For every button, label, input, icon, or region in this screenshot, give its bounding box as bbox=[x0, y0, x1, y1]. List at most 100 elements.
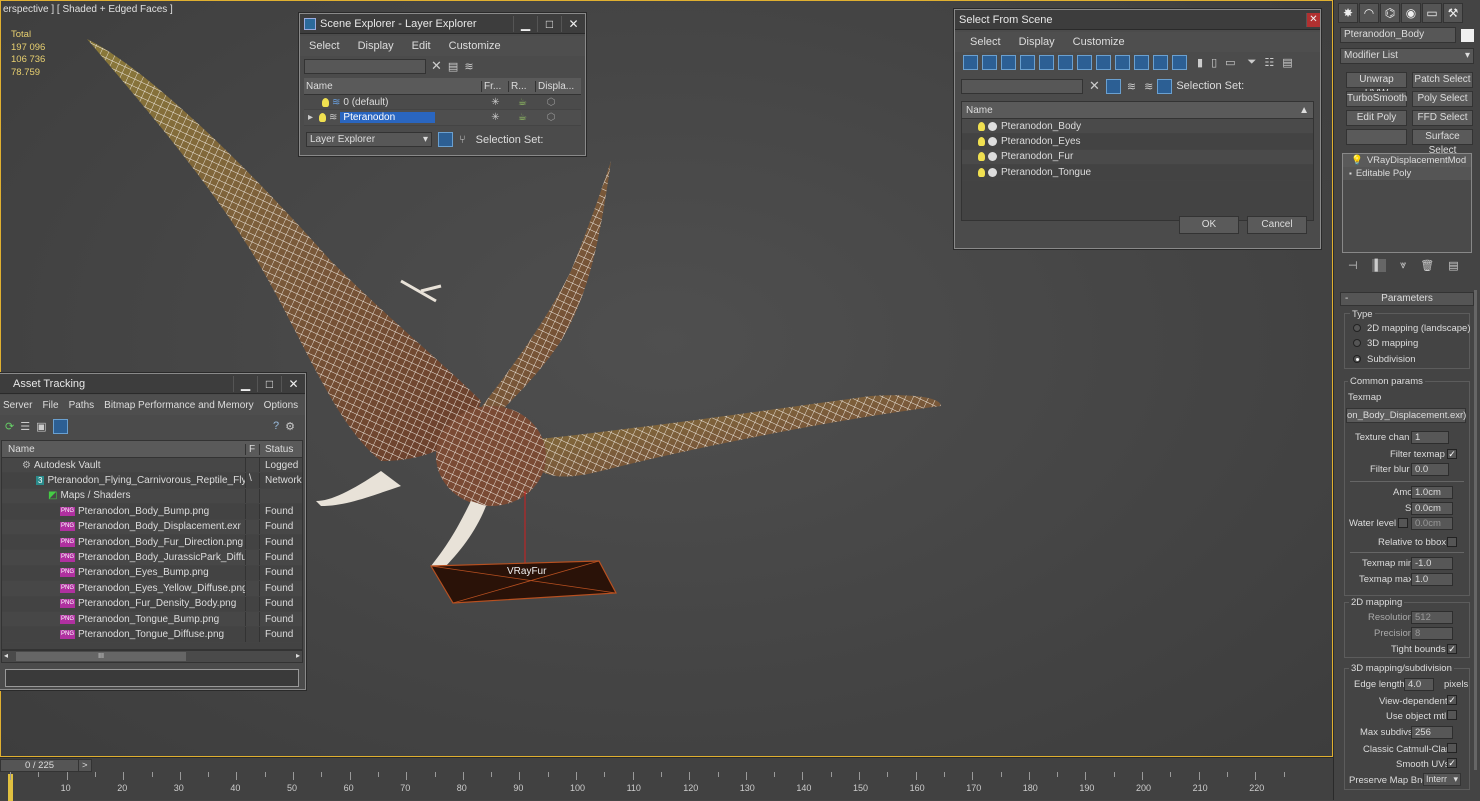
find-case-icon[interactable] bbox=[1105, 78, 1121, 94]
layer-explorer-icon[interactable] bbox=[438, 132, 453, 148]
edge-length-spinner[interactable]: 4.0 bbox=[1404, 678, 1434, 691]
scroll-thumb[interactable]: III bbox=[16, 652, 186, 661]
hierarchy-icon[interactable]: ⑂ bbox=[459, 134, 466, 146]
col-name[interactable]: Name bbox=[966, 105, 993, 116]
catmull-clark-checkbox[interactable] bbox=[1447, 743, 1457, 753]
relative-bbox-checkbox[interactable] bbox=[1447, 537, 1457, 547]
filter-frozen-icon[interactable] bbox=[1153, 54, 1168, 70]
modify-tab-icon[interactable]: ◠ bbox=[1359, 3, 1379, 23]
amount-spinner[interactable]: 1.0cm bbox=[1411, 486, 1453, 499]
menu-select[interactable]: Select bbox=[961, 36, 1010, 48]
minimize-button[interactable]: ▁ bbox=[233, 375, 257, 392]
panel-scrollbar[interactable] bbox=[1474, 290, 1477, 770]
freeze-icon[interactable]: ✳ bbox=[482, 97, 509, 108]
object-color-swatch[interactable] bbox=[1461, 28, 1474, 42]
display-invert-icon[interactable]: ▭ bbox=[1225, 56, 1235, 69]
asset-row[interactable]: PNG Pteranodon_Body_Displacement.exr Found bbox=[2, 519, 302, 535]
col-freeze[interactable]: Fr... bbox=[482, 80, 509, 92]
surface-select-button[interactable]: Surface Select bbox=[1412, 129, 1473, 156]
cancel-button[interactable]: Cancel bbox=[1247, 216, 1307, 234]
texmap-min-spinner[interactable]: -1.0 bbox=[1411, 557, 1453, 570]
menu-display[interactable]: Display bbox=[349, 40, 403, 52]
select-from-scene-titlebar[interactable]: Select From Scene ✕ bbox=[955, 10, 1320, 30]
sort-icon[interactable]: ☷ bbox=[1264, 56, 1274, 69]
scroll-right-icon[interactable]: ▸ bbox=[296, 651, 300, 660]
explorer-mode-dropdown[interactable]: Layer Explorer ▾ bbox=[306, 132, 432, 148]
menu-display[interactable]: Display bbox=[1010, 36, 1064, 48]
filter-icon[interactable]: ▤ bbox=[448, 60, 458, 73]
filter-shapes-icon[interactable] bbox=[982, 54, 997, 70]
texmap-button[interactable]: on_Body_Displacement.exr) bbox=[1346, 408, 1466, 423]
texmap-max-spinner[interactable]: 1.0 bbox=[1411, 573, 1453, 586]
layer-display-icon[interactable]: ≋ bbox=[1144, 80, 1153, 93]
bulb-icon[interactable]: 💡 bbox=[1351, 155, 1363, 166]
filter-containers-icon[interactable] bbox=[1134, 54, 1149, 70]
options-icon[interactable]: ▤ bbox=[1282, 56, 1292, 69]
menu-customize[interactable]: Customize bbox=[440, 40, 510, 52]
menu-edit[interactable]: Edit bbox=[403, 40, 440, 52]
clear-search-icon[interactable]: ✕ bbox=[431, 58, 442, 74]
filter-funnel-icon[interactable]: ⏷ bbox=[1248, 56, 1257, 69]
edit-poly-button[interactable]: Edit Poly bbox=[1346, 110, 1407, 126]
filter-groups-icon[interactable] bbox=[1077, 54, 1092, 70]
scene-explorer-window[interactable]: Scene Explorer - Layer Explorer ▁ □ ✕ Se… bbox=[299, 13, 586, 156]
asset-row[interactable]: PNG Pteranodon_Body_JurassicPark_Diffus..… bbox=[2, 550, 302, 566]
asset-row[interactable]: PNG Pteranodon_Eyes_Bump.png Found bbox=[2, 565, 302, 582]
asset-tracking-titlebar[interactable]: Asset Tracking ▁ □ ✕ bbox=[0, 374, 305, 394]
stack-item-vraydisplacement[interactable]: 💡 VRayDisplacementMod bbox=[1343, 154, 1471, 167]
asset-row[interactable]: ⚙ Autodesk Vault Logged bbox=[2, 458, 302, 474]
asset-row[interactable]: PNG Pteranodon_Body_Fur_Direction.png Foun… bbox=[2, 534, 302, 551]
bulb-icon[interactable] bbox=[978, 152, 985, 162]
water-level-checkbox[interactable] bbox=[1398, 518, 1408, 528]
col-name[interactable]: Name bbox=[304, 80, 482, 92]
display-none-icon[interactable]: ▯ bbox=[1211, 56, 1217, 69]
view-dependent-checkbox[interactable]: ✓ bbox=[1447, 695, 1457, 705]
filter-blur-spinner[interactable]: 0.0 bbox=[1411, 463, 1449, 476]
bulb-icon[interactable] bbox=[319, 113, 327, 123]
timeline[interactable]: 0 / 225 > 10 20 30 40 50 60 70 80 90 100 110 120 130… bbox=[0, 757, 1333, 801]
horizontal-scrollbar[interactable]: ◂ III ▸ bbox=[1, 650, 303, 663]
scene-object-row[interactable]: Pteranodon_Tongue bbox=[962, 165, 1313, 181]
show-end-result-icon[interactable]: ▍ bbox=[1371, 259, 1387, 272]
turbosmooth-button[interactable]: TurboSmooth bbox=[1346, 91, 1407, 107]
filter-xrefs-icon[interactable] bbox=[1096, 54, 1111, 70]
texture-chan-spinner[interactable]: 1 bbox=[1411, 431, 1449, 444]
col-render[interactable]: R... bbox=[509, 80, 536, 92]
timeline-ruler[interactable]: 10 20 30 40 50 60 70 80 90 100 110 120 130 140 150 160 1… bbox=[0, 772, 1333, 801]
menu-customize[interactable]: Customize bbox=[1064, 36, 1134, 48]
filter-geometry-icon[interactable] bbox=[963, 54, 978, 70]
help-icon[interactable]: ? bbox=[273, 420, 279, 432]
col-status[interactable]: Status bbox=[260, 444, 293, 455]
unwrap-uvw-button[interactable]: Unwrap UVW bbox=[1346, 72, 1407, 99]
bulb-icon[interactable] bbox=[322, 97, 329, 107]
display-tab-icon[interactable]: ▭ bbox=[1422, 3, 1442, 23]
configure-sets-icon[interactable]: ▤ bbox=[1448, 259, 1458, 272]
time-slider[interactable]: 0 / 225 > bbox=[0, 759, 92, 772]
bulb-icon[interactable] bbox=[978, 167, 985, 177]
list-icon[interactable]: ☰ bbox=[20, 420, 30, 433]
vault-icon[interactable]: ⚙ bbox=[285, 420, 295, 433]
bulb-icon[interactable] bbox=[978, 137, 985, 147]
bulb-icon[interactable] bbox=[978, 121, 985, 131]
close-button[interactable]: ✕ bbox=[281, 375, 305, 392]
scene-object-row[interactable]: Pteranodon_Eyes bbox=[962, 134, 1313, 150]
select-from-scene-window[interactable]: Select From Scene ✕ Select Display Custo… bbox=[954, 9, 1321, 249]
asset-row[interactable]: PNG Pteranodon_Fur_Density_Body.png Found bbox=[2, 596, 302, 612]
display-all-icon[interactable]: ▮ bbox=[1197, 56, 1203, 69]
table-view-icon[interactable] bbox=[52, 418, 68, 434]
remove-modifier-icon[interactable]: 🗑 bbox=[1420, 259, 1434, 272]
expand-icon[interactable]: ▪ bbox=[1349, 169, 1352, 178]
ok-button[interactable]: OK bbox=[1179, 216, 1239, 234]
thumbnail-icon[interactable]: ▣ bbox=[36, 420, 46, 433]
asset-row[interactable]: PNG Pteranodon_Tongue_Diffuse.png Found bbox=[2, 627, 302, 643]
next-frame-icon[interactable]: > bbox=[79, 760, 88, 771]
layer-row[interactable]: ▸ ≋ Pteranodon ✳ ☕ ⬡ bbox=[304, 110, 581, 126]
type-3d-radio[interactable] bbox=[1353, 339, 1361, 347]
col-display[interactable]: Displa... bbox=[536, 81, 574, 92]
menu-bitmap-performance[interactable]: Bitmap Performance and Memory bbox=[99, 400, 259, 411]
refresh-icon[interactable]: ⟳ bbox=[5, 420, 14, 433]
search-input[interactable] bbox=[304, 58, 426, 74]
scene-object-row[interactable]: Pteranodon_Body bbox=[962, 119, 1313, 135]
stack-item-editable-poly[interactable]: ▪ Editable Poly bbox=[1343, 167, 1471, 180]
display-box-icon[interactable]: ⬡ bbox=[536, 97, 566, 108]
